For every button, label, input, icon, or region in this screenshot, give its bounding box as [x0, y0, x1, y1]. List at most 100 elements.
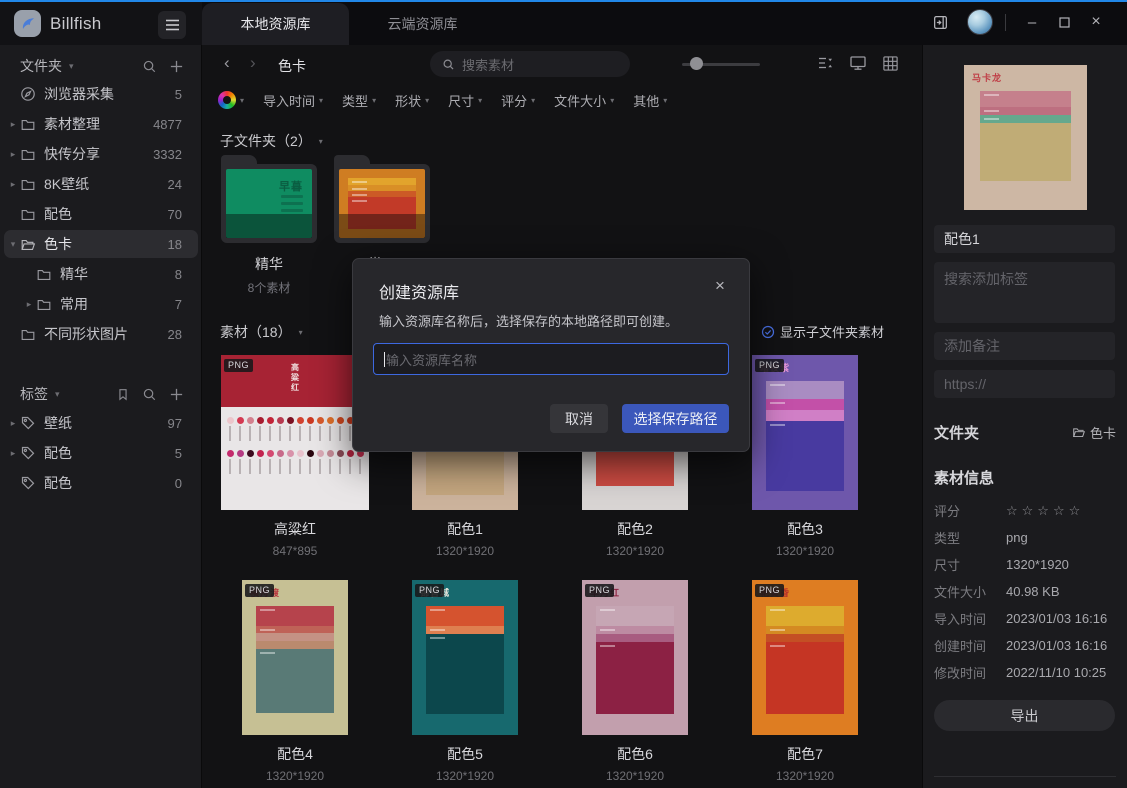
dot-label: [259, 459, 261, 474]
chevron-right-icon[interactable]: ▸: [24, 299, 34, 310]
collapse-panel-icon[interactable]: [926, 6, 954, 38]
chevron-right-icon[interactable]: ▸: [8, 149, 18, 160]
file-type-badge: PNG: [224, 359, 253, 372]
item-count: 70: [168, 207, 182, 222]
hex-label: [260, 629, 275, 631]
hex-label: [984, 110, 999, 112]
add-tag-icon[interactable]: [169, 387, 184, 402]
sidebar-folder-item[interactable]: 不同形状图片28: [0, 319, 202, 349]
user-avatar[interactable]: [967, 9, 993, 35]
info-row-类型: 类型png: [934, 524, 1115, 551]
tag-icon: [20, 445, 36, 461]
hex-label: [770, 424, 785, 426]
folder-search-icon[interactable]: [142, 59, 157, 74]
material-item[interactable]: 横舟渡PNG配色41320*1920: [210, 580, 380, 783]
tag-search-icon[interactable]: [142, 387, 157, 402]
menu-hamburger-button[interactable]: [158, 11, 186, 39]
tab-local-library[interactable]: 本地资源库: [202, 3, 349, 45]
add-folder-icon[interactable]: [169, 59, 184, 74]
sidebar-folder-item[interactable]: ▾色卡18: [0, 229, 202, 259]
swatch-row: [221, 417, 369, 441]
folder-icon: [20, 177, 36, 192]
material-name: 配色7: [787, 744, 823, 764]
cancel-button[interactable]: 取消: [550, 404, 608, 433]
chevron-right-icon[interactable]: ▸: [8, 119, 18, 130]
bookmark-icon[interactable]: [116, 387, 130, 402]
add-tag-field[interactable]: 搜索添加标签: [934, 262, 1115, 323]
folder-name: 色卡: [44, 234, 72, 254]
color-dot: [327, 417, 334, 424]
color-band: [766, 399, 844, 410]
folder-open-icon: [20, 237, 36, 252]
thumbnail-image: 横舟渡: [242, 580, 348, 735]
library-name-input[interactable]: 输入资源库名称: [373, 343, 729, 375]
material-thumb-wrap: 高粱红PNG: [221, 355, 369, 510]
dot-label: [229, 459, 231, 474]
info-row-尺寸: 尺寸1320*1920: [934, 551, 1115, 578]
item-count: 5: [175, 446, 182, 461]
dialog-title: 创建资源库: [379, 279, 459, 303]
sidebar-folder-item[interactable]: 精华8: [0, 259, 202, 289]
swatch-cell: [236, 450, 244, 474]
tag-icon: [20, 415, 36, 431]
billfish-logo-icon: [14, 10, 41, 37]
chevron-right-icon[interactable]: ▸: [8, 179, 18, 190]
sidebar-folder-item[interactable]: ▸常用7: [0, 289, 202, 319]
sidebar-folder-item[interactable]: ▸8K壁纸24: [0, 169, 202, 199]
color-dot: [337, 450, 344, 457]
chevron-right-icon[interactable]: ▸: [8, 418, 18, 429]
chevron-right-icon[interactable]: ▸: [8, 448, 18, 459]
close-button[interactable]: ×: [1082, 6, 1110, 38]
color-band: [980, 107, 1071, 115]
color-band: [256, 649, 334, 713]
sidebar-tag-item[interactable]: ▸配色5: [0, 438, 202, 468]
folders-header-label[interactable]: 文件夹: [20, 56, 62, 76]
thumbnail-image: 艳黄昏: [752, 580, 858, 735]
source-url-field[interactable]: https://: [934, 370, 1115, 398]
folder-name: 常用: [60, 294, 88, 314]
material-item[interactable]: 毕月红PNG配色61320*1920: [550, 580, 720, 783]
tab-cloud-library[interactable]: 云端资源库: [349, 3, 496, 45]
sidebar-tag-item[interactable]: 配色0: [0, 468, 202, 498]
swatch-cell: [226, 417, 234, 441]
swatch-cell: [266, 450, 274, 474]
tag-name: 壁纸: [44, 413, 72, 433]
sidebar-folder-item[interactable]: 配色70: [0, 199, 202, 229]
sidebar-folder-item[interactable]: ▸快传分享3332: [0, 139, 202, 169]
export-button[interactable]: 导出: [934, 700, 1115, 731]
thumbnail-image: 暗夜紫: [752, 355, 858, 510]
material-item[interactable]: 锦官城PNG配色51320*1920: [380, 580, 550, 783]
file-type-badge: PNG: [755, 584, 784, 597]
material-item[interactable]: 艳黄昏PNG配色71320*1920: [720, 580, 890, 783]
sidebar-tag-item[interactable]: ▸ 壁纸 97: [0, 408, 202, 438]
item-count: 0: [175, 476, 182, 491]
material-thumb-wrap: 暗夜紫PNG: [752, 355, 858, 510]
item-count: 97: [168, 416, 182, 431]
material-thumb-wrap: 艳黄昏PNG: [752, 580, 858, 735]
choose-save-path-button[interactable]: 选择保存路径: [622, 404, 729, 433]
add-note-field[interactable]: 添加备注: [934, 332, 1115, 360]
browser-collect-icon: [20, 86, 36, 102]
dialog-close-icon[interactable]: ×: [709, 275, 731, 297]
dot-label: [339, 426, 341, 441]
maximize-button[interactable]: [1050, 6, 1078, 38]
swatch-body: [221, 407, 369, 510]
material-name-field[interactable]: 配色1: [934, 225, 1115, 253]
material-size: 1320*1920: [436, 769, 494, 783]
tags-header-label[interactable]: 标签: [20, 384, 48, 404]
chevron-down-icon[interactable]: ▾: [8, 239, 18, 250]
sidebar-folder-item[interactable]: ▸素材整理4877: [0, 109, 202, 139]
hex-label: [430, 629, 445, 631]
material-preview[interactable]: 马卡龙: [964, 65, 1087, 210]
panel-divider: [934, 776, 1116, 777]
color-band: [426, 634, 504, 714]
folder-location-value[interactable]: 色卡: [1072, 423, 1116, 442]
swatch-cell: [266, 417, 274, 441]
rating-stars[interactable]: ☆☆☆☆☆: [1006, 503, 1084, 519]
info-row-评分: 评分☆☆☆☆☆: [934, 497, 1115, 524]
color-dot: [227, 450, 234, 457]
dot-label: [349, 426, 351, 441]
sidebar-folder-item[interactable]: 浏览器采集5: [0, 79, 202, 109]
color-dot: [317, 417, 324, 424]
minimize-button[interactable]: –: [1018, 6, 1046, 38]
